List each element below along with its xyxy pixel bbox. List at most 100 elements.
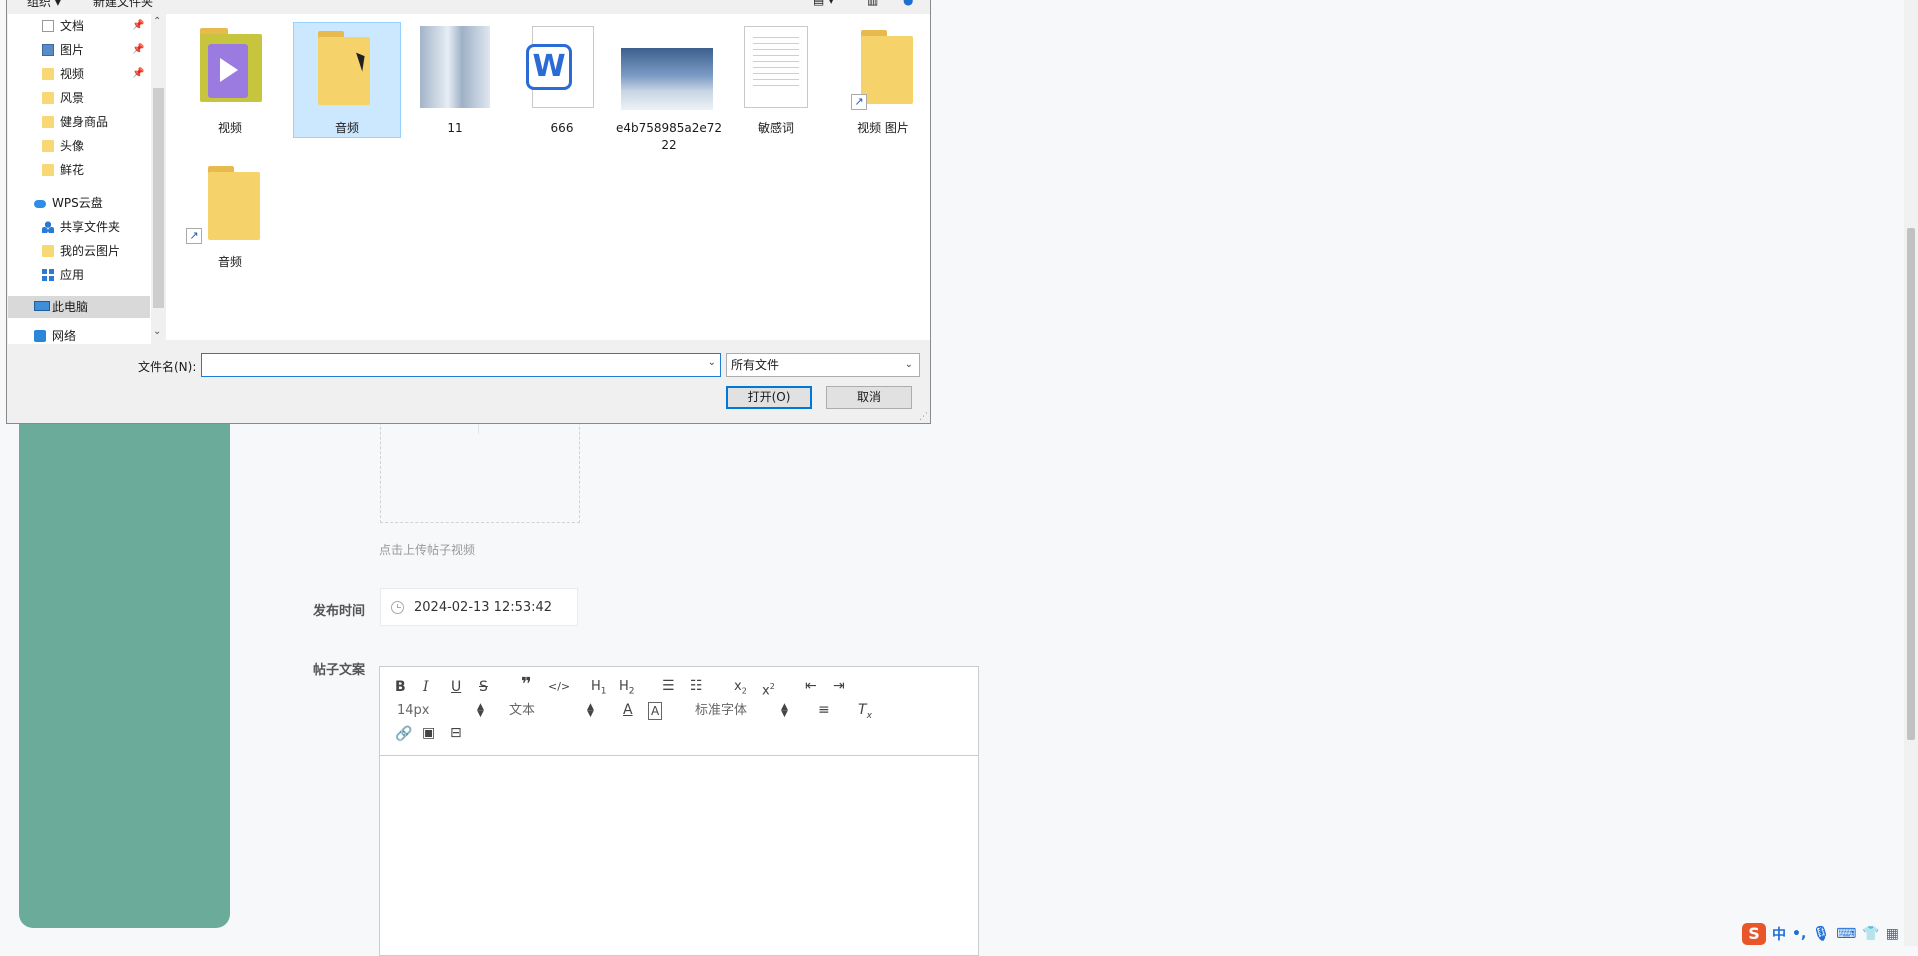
background-color-button[interactable]: A: [648, 702, 663, 720]
image-icon[interactable]: ▣: [422, 725, 435, 741]
scroll-up-icon[interactable]: ⌃: [153, 16, 161, 27]
file-item[interactable]: 音频: [293, 22, 401, 138]
nav-item-label: 文档: [60, 19, 85, 33]
editor-toolbar: B I U S ❞ </> H1 H2 ☰ ☷ x2 x2 ⇤ ⇥ 14px ▲…: [380, 667, 978, 756]
h1-button[interactable]: H1: [591, 679, 607, 700]
publish-time-value: 2024-02-13 12:53:42: [414, 599, 553, 615]
folder-icon: [42, 164, 54, 176]
filename-field[interactable]: ⌄: [201, 353, 721, 377]
word-logo-icon: W: [526, 44, 572, 90]
file-item[interactable]: 敏感词: [722, 22, 830, 138]
open-button[interactable]: 打开(O): [726, 386, 812, 409]
view-options-icon[interactable]: ▤ ▾: [813, 0, 834, 7]
filename-label: 文件名(N):: [138, 360, 197, 374]
nav-item[interactable]: 风景: [8, 87, 150, 109]
page-scrollbar[interactable]: [1904, 0, 1918, 946]
folder-icon: [42, 245, 54, 257]
nav-item-label: 鲜花: [60, 163, 85, 177]
indent-button[interactable]: ⇥: [833, 678, 845, 694]
file-name: 音频: [217, 255, 242, 269]
new-folder-button[interactable]: 新建文件夹: [93, 0, 153, 10]
pin-icon: 📌: [132, 20, 145, 31]
h2-button[interactable]: H2: [619, 679, 635, 700]
bold-button[interactable]: B: [395, 679, 406, 695]
subscript-button[interactable]: x2: [734, 679, 747, 700]
folder-icon: [312, 31, 382, 107]
nav-item[interactable]: 应用: [8, 264, 150, 286]
file-item[interactable]: 视频: [176, 22, 284, 138]
file-item[interactable]: ↗ 视频 图片: [829, 22, 937, 138]
ime-punct-toggle[interactable]: •,: [1792, 926, 1806, 942]
nav-item[interactable]: 头像: [8, 135, 150, 157]
cancel-button[interactable]: 取消: [826, 386, 912, 409]
clear-format-button[interactable]: Tx: [858, 702, 872, 724]
nav-item[interactable]: 鲜花: [8, 159, 150, 181]
publish-time-label: 发布时间: [313, 604, 366, 619]
ime-logo[interactable]: S: [1742, 923, 1766, 945]
post-text-label: 帖子文案: [313, 663, 366, 678]
nav-item[interactable]: 文档 📌: [8, 15, 150, 37]
publish-time-field[interactable]: 2024-02-13 12:53:42: [380, 588, 578, 626]
file-name: 敏感词: [757, 121, 794, 135]
scroll-thumb[interactable]: [153, 88, 164, 308]
blockquote-button[interactable]: ❞: [521, 676, 532, 694]
filename-input[interactable]: [206, 355, 690, 377]
chevron-down-icon[interactable]: ⌄: [708, 357, 716, 368]
nav-item-label: WPS云盘: [52, 196, 103, 210]
underline-button[interactable]: U: [451, 679, 461, 695]
pin-icon: 📌: [132, 44, 145, 55]
font-family-select[interactable]: 标准字体 ▲ ▼: [695, 703, 795, 719]
microphone-icon[interactable]: 🎙: [1812, 926, 1830, 942]
grid-icon[interactable]: ▦: [1886, 926, 1899, 942]
folder-icon: [42, 68, 54, 80]
link-icon[interactable]: 🔗: [395, 726, 412, 742]
file-name: 音频: [334, 121, 359, 135]
chevron-down-icon: ⌄: [904, 359, 913, 370]
organize-menu[interactable]: 组织 ▾: [27, 0, 61, 10]
file-item[interactable]: ↗ 音频: [176, 158, 284, 274]
font-size-select[interactable]: 14px ▲ ▼: [397, 703, 487, 719]
preview-pane-icon[interactable]: ▥: [867, 0, 878, 7]
file-type-value: 所有文件: [731, 358, 780, 372]
nav-item[interactable]: 我的云图片: [8, 240, 150, 262]
video-icon[interactable]: ⊟: [450, 725, 462, 741]
nav-item[interactable]: 图片 📌: [8, 39, 150, 61]
scroll-down-icon[interactable]: ⌄: [153, 326, 161, 337]
help-icon[interactable]: ●: [903, 0, 913, 7]
nav-item[interactable]: 视频 📌: [8, 63, 150, 85]
nav-item[interactable]: WPS云盘: [8, 192, 150, 214]
nav-item-label: 我的云图片: [60, 244, 121, 258]
ime-lang-toggle[interactable]: 中: [1772, 924, 1786, 944]
skin-icon[interactable]: 👕: [1862, 926, 1879, 942]
file-name: 666: [550, 121, 574, 135]
bullet-list-button[interactable]: ☷: [690, 678, 703, 694]
media-folder-icon: [196, 28, 266, 106]
nav-item[interactable]: 健身商品: [8, 111, 150, 133]
file-item[interactable]: e4b758985a2e7222: [615, 22, 723, 152]
ordered-list-button[interactable]: ☰: [662, 678, 675, 694]
nav-item[interactable]: 此电脑: [8, 296, 150, 318]
resize-grip-icon[interactable]: ⋰: [919, 412, 928, 422]
file-type-select[interactable]: 所有文件 ⌄: [726, 353, 920, 377]
strike-button[interactable]: S: [479, 679, 488, 695]
outdent-button[interactable]: ⇤: [805, 678, 817, 694]
nav-item[interactable]: 网络: [8, 325, 150, 347]
ime-toolbar: S 中 •, 🎙 ⌨ 👕 ▦: [1742, 922, 1899, 946]
block-type-select[interactable]: 文本 ▲ ▼: [509, 703, 599, 719]
nav-item[interactable]: 共享文件夹: [8, 216, 150, 238]
clock-icon: [391, 600, 404, 614]
align-button[interactable]: ≡: [818, 702, 830, 718]
video-upload-box[interactable]: [380, 412, 580, 523]
nav-item-label: 共享文件夹: [60, 220, 121, 234]
code-button[interactable]: </>: [548, 679, 570, 695]
computer-icon: [34, 301, 50, 311]
folder-icon: [42, 116, 54, 128]
file-item[interactable]: 11: [401, 22, 509, 138]
file-item[interactable]: W 666: [508, 22, 616, 138]
navigation-scrollbar[interactable]: ⌃ ⌄: [151, 14, 166, 344]
superscript-button[interactable]: x2: [762, 679, 775, 699]
font-color-button[interactable]: A: [623, 702, 633, 718]
italic-button[interactable]: I: [423, 679, 429, 695]
keyboard-icon[interactable]: ⌨: [1836, 926, 1856, 942]
apps-icon: [42, 269, 54, 281]
